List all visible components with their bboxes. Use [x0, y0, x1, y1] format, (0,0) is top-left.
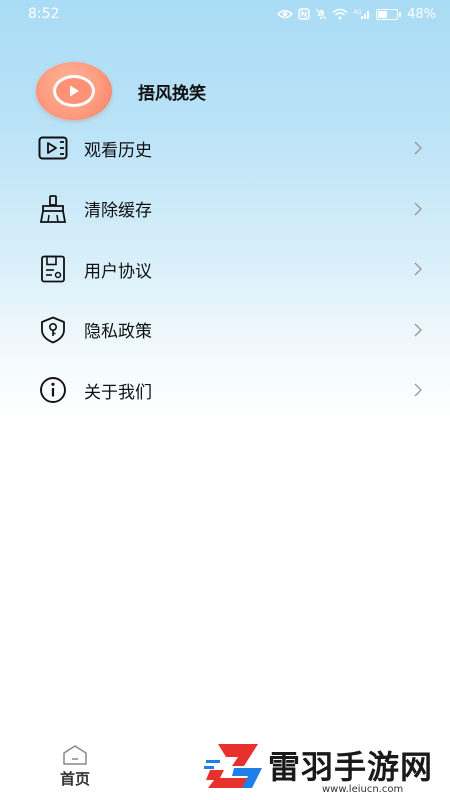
profile-header[interactable]: 捂风挽笑 [36, 62, 206, 120]
menu-item-label: 清除缓存 [84, 201, 152, 222]
menu-item-privacy-policy[interactable]: 隐私政策 [0, 300, 450, 361]
menu-item-label: 隐私政策 [84, 322, 152, 343]
watermark-logo [204, 744, 262, 788]
tab-home-label: 首页 [59, 770, 90, 788]
username: 捂风挽笑 [138, 83, 206, 104]
chevron-right-icon [414, 383, 422, 397]
chevron-right-icon [414, 262, 422, 276]
status-icons: 4G 48% [277, 7, 436, 22]
status-time: 8:52 [28, 6, 60, 22]
shield-key-icon [38, 315, 68, 345]
chevron-right-icon [414, 202, 422, 216]
mute-icon [315, 8, 327, 20]
menu-item-label: 关于我们 [84, 382, 152, 403]
watermark: 雷羽手游网 www.leiucn.com [200, 736, 450, 800]
watermark-title: 雷羽手游网 [268, 748, 434, 786]
svg-text:4G: 4G [353, 9, 362, 16]
cellular-signal-icon: 4G [353, 8, 371, 20]
menu-item-watch-history[interactable]: 观看历史 [0, 118, 450, 179]
broom-icon [38, 194, 68, 224]
chevron-right-icon [414, 323, 422, 337]
status-bar: 8:52 4G 48% [0, 0, 450, 28]
menu-item-about-us[interactable]: 关于我们 [0, 360, 450, 421]
document-icon [38, 254, 68, 284]
video-history-icon [38, 133, 68, 163]
wifi-icon [332, 8, 348, 20]
home-icon [63, 745, 87, 765]
tab-home[interactable]: 首页 [50, 744, 100, 789]
eye-icon [277, 8, 294, 20]
settings-menu: 观看历史 清除缓存 用户协议 隐私政策 关于我们 [0, 118, 450, 421]
menu-item-label: 观看历史 [84, 140, 152, 161]
battery-icon [376, 8, 402, 20]
menu-item-clear-cache[interactable]: 清除缓存 [0, 179, 450, 240]
chevron-right-icon [414, 141, 422, 155]
avatar[interactable] [36, 62, 112, 120]
menu-item-label: 用户协议 [84, 261, 152, 282]
battery-percent: 48% [407, 6, 436, 22]
watermark-url: www.leiucn.com [322, 784, 404, 795]
info-icon [38, 375, 68, 405]
nfc-icon [298, 8, 310, 20]
menu-item-user-agreement[interactable]: 用户协议 [0, 239, 450, 300]
play-icon [53, 75, 95, 107]
